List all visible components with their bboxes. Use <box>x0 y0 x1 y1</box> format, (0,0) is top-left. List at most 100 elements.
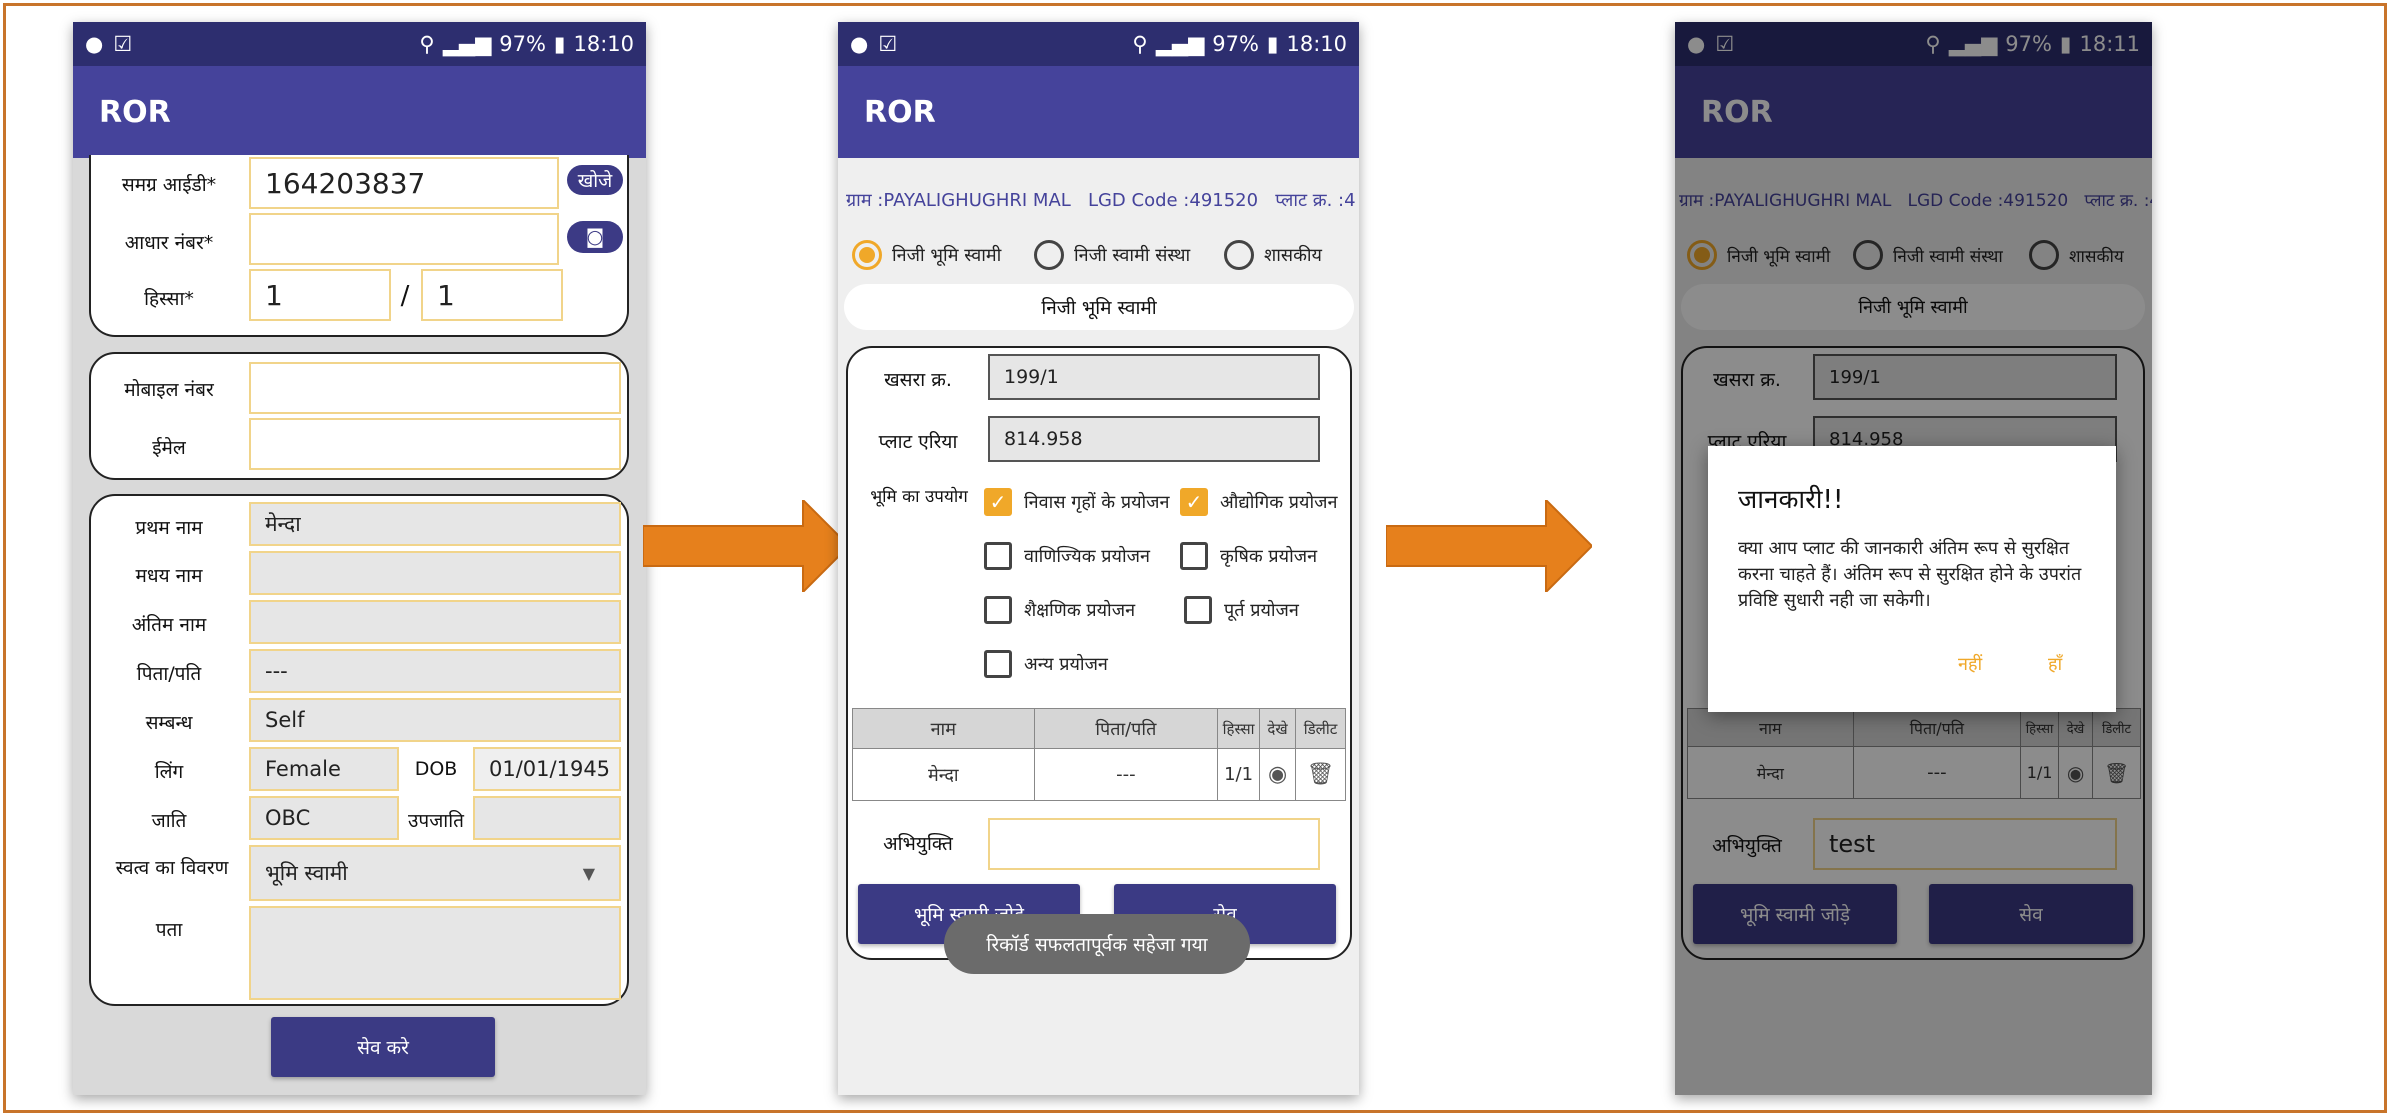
clock: 18:10 <box>573 32 634 56</box>
app-title: ROR <box>73 66 646 158</box>
col-name: नाम <box>852 708 1035 749</box>
camera-button[interactable]: ◙ <box>567 221 623 253</box>
success-toast: रिकॉर्ड सफलतापूर्वक सहेजा गया <box>944 914 1250 974</box>
checkbox-empty <box>1180 542 1208 570</box>
app-notification-icon: ● <box>85 32 104 56</box>
search-button[interactable]: खोजे <box>567 165 623 195</box>
subcaste-label: उपजाति <box>408 810 464 832</box>
battery-text: 97% <box>499 32 546 56</box>
battery-text: 97% <box>1212 32 1259 56</box>
last-name-label: अंतिम नाम <box>131 614 207 636</box>
checkbox-residential[interactable]: ✓ निवास गृहों के प्रयोजन <box>984 488 1170 516</box>
contact-card: मोबाइल नंबर ईमेल <box>89 352 629 480</box>
first-name-label: प्रथम नाम <box>135 517 203 539</box>
radio-private-institution[interactable]: निजी स्वामी संस्था <box>1034 240 1190 270</box>
gender-input[interactable]: Female <box>249 747 399 791</box>
ownership-select[interactable]: भूमि स्वामी ▼ <box>249 845 621 901</box>
address-input[interactable] <box>249 906 621 1000</box>
middle-name-input[interactable] <box>249 551 621 595</box>
phone-screen-3: ● ☑ ⚲ ▂▄▆ 97% ▮ 18:11 ROR ग्राम :PAYALIGHUGHR… <box>1675 22 2152 1095</box>
owners-table: नाम पिता/पति हिस्सा देखे डिलीट मेन्दा --… <box>852 708 1346 801</box>
hissa-separator: / <box>400 281 410 311</box>
location-icon: ⚲ <box>1132 32 1148 56</box>
radio-unselected <box>1034 240 1064 270</box>
checkbox-agricultural[interactable]: कृषिक प्रयोजन <box>1180 542 1317 570</box>
checkbox-industrial[interactable]: ✓ औद्योगिक प्रयोजन <box>1180 488 1337 516</box>
checkbox-empty <box>1184 596 1212 624</box>
yes-button[interactable]: हाँ <box>2048 652 2062 676</box>
checkbox-other[interactable]: अन्य प्रयोजन <box>984 650 1108 678</box>
checkbox-label: औद्योगिक प्रयोजन <box>1220 492 1338 513</box>
landuse-label: भूमि का उपयोग <box>870 487 968 507</box>
col-father: पिता/पति <box>1033 708 1219 749</box>
save-button[interactable]: सेव करे <box>271 1017 495 1077</box>
relation-input[interactable]: Self <box>249 698 621 742</box>
subcaste-input[interactable] <box>473 796 621 840</box>
row-hissa: 1/1 <box>1217 748 1261 801</box>
radio-government[interactable]: शासकीय <box>1224 240 1322 270</box>
plot-info-line: ग्राम :PAYALIGHUGHRI MAL LGD Code :49152… <box>846 190 1356 211</box>
gender-label: लिंग <box>154 761 184 783</box>
person-card: प्रथम नाम मेन्दा मधय नाम अंतिम नाम पिता/… <box>89 494 629 1006</box>
father-input[interactable]: --- <box>249 649 621 693</box>
trash-icon: 🗑 <box>1306 762 1335 787</box>
checkbox-empty <box>984 596 1012 624</box>
checkbox-empty <box>984 650 1012 678</box>
checkbox-label: अन्य प्रयोजन <box>1024 654 1108 675</box>
relation-label: सम्बन्ध <box>145 712 193 734</box>
checkbox-commercial[interactable]: वाणिज्यिक प्रयोजन <box>984 542 1150 570</box>
middle-name-label: मधय नाम <box>135 565 203 587</box>
confirm-dialog: जानकारी!! क्या आप प्लाट की जानकारी अंतिम… <box>1708 446 2116 712</box>
email-input[interactable] <box>249 418 621 470</box>
radio-unselected <box>1224 240 1254 270</box>
plot-card: खसरा क्र. 199/1 प्लाट एरिया 814.958 भूमि… <box>846 346 1352 960</box>
checkbox-label: कृषिक प्रयोजन <box>1220 546 1318 567</box>
father-label: पिता/पति <box>136 663 202 685</box>
checkbox-charitable[interactable]: पूर्त प्रयोजन <box>1184 596 1299 624</box>
flow-arrow-1 <box>643 500 849 592</box>
dialog-message: क्या आप प्लाट की जानकारी अंतिम रूप से सु… <box>1738 538 2082 611</box>
battery-icon: ▮ <box>1266 32 1279 56</box>
radio-selected <box>852 240 882 270</box>
dob-input[interactable]: 01/01/1945 <box>473 747 621 791</box>
ownership-label: स्वत्व का विवरण <box>115 857 229 879</box>
remark-input[interactable] <box>988 818 1320 870</box>
hissa-label: हिस्सा* <box>144 288 194 310</box>
aadhar-input[interactable] <box>249 213 559 265</box>
mobile-input[interactable] <box>249 362 621 414</box>
delete-button[interactable]: 🗑 <box>1295 748 1346 801</box>
flow-arrow-2 <box>1386 500 1592 592</box>
app-title: ROR <box>838 66 1359 158</box>
row-father: --- <box>1033 748 1219 801</box>
app-notification-icon: ● <box>850 32 869 56</box>
address-label: पता <box>155 919 183 941</box>
samagra-input[interactable]: 164203837 <box>249 157 559 209</box>
area-input[interactable]: 814.958 <box>988 416 1320 462</box>
dropdown-arrow-icon: ▼ <box>582 863 595 883</box>
row-name: मेन्दा <box>852 748 1035 801</box>
mobile-label: मोबाइल नंबर <box>124 379 214 401</box>
clock: 18:10 <box>1286 32 1347 56</box>
checkbox-educational[interactable]: शैक्षणिक प्रयोजन <box>984 596 1135 624</box>
no-button[interactable]: नहीं <box>1958 652 1982 676</box>
khasra-input[interactable]: 199/1 <box>988 354 1320 400</box>
check-icon: ✓ <box>1180 488 1208 516</box>
ownership-value: भूमि स्वामी <box>265 861 348 885</box>
battery-icon: ▮ <box>553 32 566 56</box>
radio-label: शासकीय <box>1264 245 1322 266</box>
caste-input[interactable]: OBC <box>249 796 399 840</box>
table-row: मेन्दा --- 1/1 ◉ 🗑 <box>852 748 1346 801</box>
hissa-input-a[interactable]: 1 <box>249 269 391 321</box>
checkbox-empty <box>984 542 1012 570</box>
samagra-label: समग्र आईडी* <box>121 174 217 196</box>
hissa-input-b[interactable]: 1 <box>421 269 563 321</box>
radio-private-owner[interactable]: निजी भूमि स्वामी <box>852 240 1001 270</box>
id-card: समग्र आईडी* 164203837 खोजे आधार नंबर* ◙ … <box>89 155 629 337</box>
last-name-input[interactable] <box>249 600 621 644</box>
section-title: निजी भूमि स्वामी <box>844 284 1354 330</box>
view-button[interactable]: ◉ <box>1259 748 1297 801</box>
first-name-input[interactable]: मेन्दा <box>249 502 621 546</box>
radio-label: निजी स्वामी संस्था <box>1074 245 1191 266</box>
col-view: देखे <box>1259 708 1297 749</box>
status-bar: ● ☑ ⚲ ▂▄▆ 97% ▮ 18:10 <box>73 22 646 66</box>
